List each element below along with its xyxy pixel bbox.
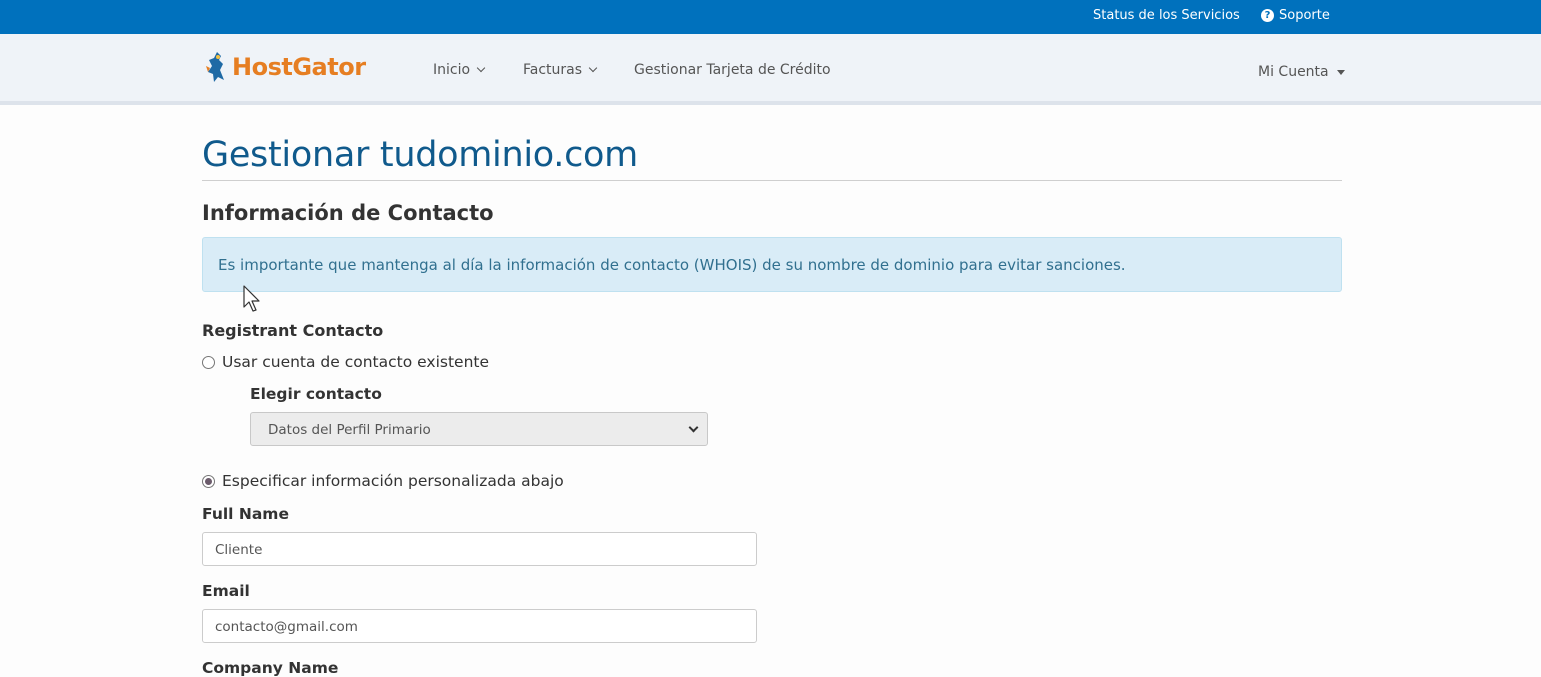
chevron-down-icon	[476, 63, 486, 73]
caret-down-icon	[1336, 69, 1345, 75]
radio-custom-info[interactable]: Especificar información personalizada ab…	[202, 472, 564, 490]
support-link[interactable]: ? Soporte	[1261, 8, 1330, 23]
choose-contact-label: Elegir contacto	[250, 385, 382, 403]
question-circle-icon: ?	[1261, 9, 1274, 22]
account-menu[interactable]: Mi Cuenta	[1258, 64, 1345, 80]
page-title: Gestionar tudominio.com	[202, 135, 638, 175]
choose-contact-select[interactable]: Datos del Perfil Primario	[250, 412, 708, 446]
nav-facturas-label: Facturas	[523, 62, 583, 78]
nav-gestionar-tarjeta[interactable]: Gestionar Tarjeta de Crédito	[634, 62, 831, 78]
top-utility-bar: Status de los Servicios ? Soporte	[0, 0, 1541, 34]
info-alert: Es importante que mantenga al día la inf…	[202, 237, 1342, 292]
chevron-down-icon	[588, 63, 598, 73]
section-title: Información de Contacto	[202, 201, 494, 225]
hostgator-logo[interactable]: HostGator	[204, 50, 366, 84]
email-input[interactable]: contacto@gmail.com	[202, 609, 757, 643]
info-alert-text: Es importante que mantenga al día la inf…	[218, 256, 1126, 274]
email-label: Email	[202, 582, 250, 600]
logo-wordmark: HostGator	[232, 53, 366, 81]
service-status-link[interactable]: Status de los Servicios	[1093, 8, 1240, 23]
full-name-input[interactable]: Cliente	[202, 532, 757, 566]
company-name-label: Company Name	[202, 659, 339, 677]
radio-button[interactable]	[202, 355, 215, 369]
chevron-down-icon	[688, 422, 699, 433]
choose-contact-value: Datos del Perfil Primario	[268, 422, 431, 438]
support-label: Soporte	[1279, 8, 1330, 23]
nav-gestionar-tarjeta-label: Gestionar Tarjeta de Crédito	[634, 62, 831, 78]
title-divider	[202, 180, 1342, 181]
gator-mascot-icon	[204, 50, 230, 84]
full-name-label: Full Name	[202, 505, 289, 523]
full-name-value: Cliente	[215, 542, 263, 558]
radio-existing-contact[interactable]: Usar cuenta de contacto existente	[202, 353, 489, 371]
radio-custom-label: Especificar información personalizada ab…	[222, 472, 564, 490]
radio-button-checked[interactable]	[202, 474, 215, 488]
account-menu-label: Mi Cuenta	[1258, 64, 1329, 80]
main-navbar: HostGator Inicio Facturas Gestionar Tarj…	[0, 34, 1541, 105]
nav-inicio-label: Inicio	[433, 62, 471, 78]
nav-inicio[interactable]: Inicio	[433, 62, 486, 78]
radio-existing-label: Usar cuenta de contacto existente	[222, 353, 490, 371]
nav-facturas[interactable]: Facturas	[523, 62, 598, 78]
mouse-cursor-icon	[243, 285, 260, 312]
email-value: contacto@gmail.com	[215, 619, 358, 635]
registrant-heading: Registrant Contacto	[202, 321, 384, 340]
